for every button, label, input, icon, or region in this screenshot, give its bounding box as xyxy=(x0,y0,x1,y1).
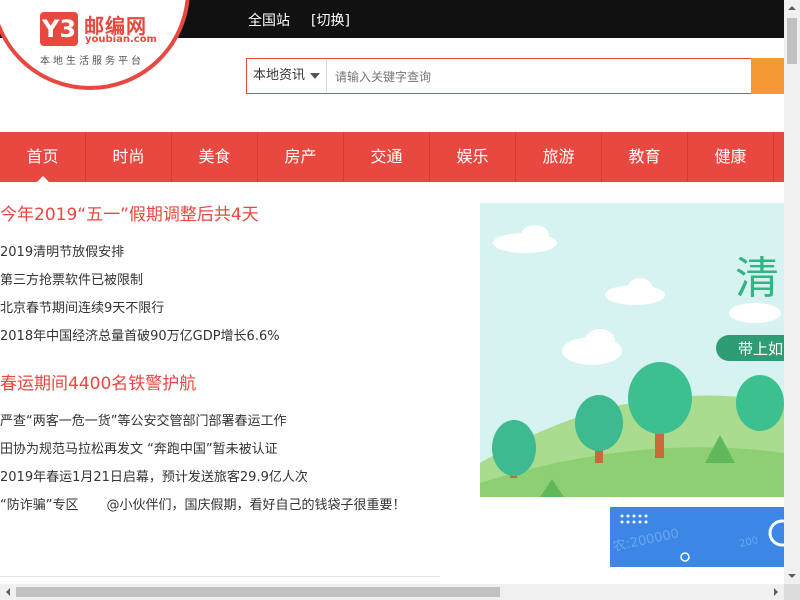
nav-item-traffic[interactable]: 交通 xyxy=(344,132,430,182)
news-item[interactable]: 北京春节期间连续9天不限行 xyxy=(0,295,460,323)
switch-station-link[interactable]: [切换] xyxy=(311,10,350,30)
nav-item-realestate[interactable]: 房产 xyxy=(258,132,344,182)
news-item[interactable]: @小伙伴们，国庆假期，看好自己的钱袋子很重要！ xyxy=(106,498,405,513)
scrollbar-corner xyxy=(784,584,800,600)
nav-label: 娱乐 xyxy=(456,147,489,166)
logo-name-en: youbian.com xyxy=(85,34,157,45)
promo-ad[interactable]: 农:200000 200 xyxy=(610,507,784,567)
vertical-scroll-thumb[interactable] xyxy=(787,18,797,64)
divider xyxy=(0,576,440,577)
news-item[interactable]: 第三方抢票软件已被限制 xyxy=(0,267,460,295)
promo-banner[interactable]: 清 带上如 xyxy=(480,203,784,497)
banner-illustration: 清 带上如 xyxy=(480,225,784,497)
news-item[interactable]: 2018年中国经济总量首破90万亿GDP增长6.6% xyxy=(0,323,460,351)
news-item-row: “防诈骗”专区 @小伙伴们，国庆假期，看好自己的钱袋子很重要！ xyxy=(0,492,460,520)
nav-label: 旅游 xyxy=(542,147,575,166)
ad-text-left: 农:200000 xyxy=(612,526,681,555)
scroll-up-icon[interactable] xyxy=(784,0,800,16)
nav-label: 首页 xyxy=(26,147,59,166)
search-bar: 本地资讯 xyxy=(246,58,800,95)
main-nav: 首页 时尚 美食 房产 交通 娱乐 旅游 教育 健康 xyxy=(0,132,784,182)
anti-fraud-link[interactable]: “防诈骗”专区 xyxy=(0,498,78,513)
nav-item-fashion[interactable]: 时尚 xyxy=(86,132,172,182)
news-headline[interactable]: 今年2019“五一”假期调整后共4天 xyxy=(0,200,460,225)
nav-label: 健康 xyxy=(714,147,747,166)
nav-label: 交通 xyxy=(370,147,403,166)
news-item[interactable]: 2019清明节放假安排 xyxy=(0,239,460,267)
scroll-right-icon[interactable] xyxy=(768,584,784,600)
nav-label: 美食 xyxy=(198,147,231,166)
ad-text-right: 200 xyxy=(738,535,759,550)
horizontal-scrollbar[interactable] xyxy=(0,584,784,600)
search-category-label: 本地资讯 xyxy=(253,68,306,83)
vertical-scrollbar[interactable] xyxy=(784,0,800,584)
banner-title: 清 xyxy=(735,253,779,304)
nav-label: 时尚 xyxy=(112,147,145,166)
logo-mark: Y3 xyxy=(40,12,78,46)
scroll-down-icon[interactable] xyxy=(784,568,800,584)
nav-item-food[interactable]: 美食 xyxy=(172,132,258,182)
nav-label: 教育 xyxy=(628,147,661,166)
news-item[interactable]: 严查“两客一危一货”等公安交管部门部署春运工作 xyxy=(0,408,460,436)
current-station-label: 全国站 xyxy=(248,13,290,29)
news-item[interactable]: 田协为规范马拉松再发文 “奔跑中国”暂未被认证 xyxy=(0,436,460,464)
nav-item-health[interactable]: 健康 xyxy=(688,132,774,182)
search-input[interactable] xyxy=(329,59,757,95)
nav-item-travel[interactable]: 旅游 xyxy=(516,132,602,182)
news-headline[interactable]: 春运期间4400名铁警护航 xyxy=(0,369,460,394)
nav-item-education[interactable]: 教育 xyxy=(602,132,688,182)
site-logo[interactable]: Y3 邮编网 youbian.com 本地生活服务平台 xyxy=(40,10,170,70)
news-item[interactable]: 2019年春运1月21日启幕，预计发送旅客29.9亿人次 xyxy=(0,464,460,492)
news-list: 今年2019“五一”假期调整后共4天 2019清明节放假安排 第三方抢票软件已被… xyxy=(0,196,460,520)
logo-slogan: 本地生活服务平台 xyxy=(40,56,144,67)
banner-subtitle: 带上如 xyxy=(738,340,783,358)
caret-down-icon xyxy=(310,73,320,79)
ad-graphic: 农:200000 200 xyxy=(612,514,784,562)
nav-item-home[interactable]: 首页 xyxy=(0,132,86,182)
active-indicator-icon xyxy=(37,176,49,182)
scroll-left-icon[interactable] xyxy=(0,584,16,600)
nav-label: 房产 xyxy=(284,147,317,166)
search-category-select[interactable]: 本地资讯 xyxy=(247,59,327,93)
horizontal-scroll-thumb[interactable] xyxy=(16,587,500,597)
nav-item-entertainment[interactable]: 娱乐 xyxy=(430,132,516,182)
